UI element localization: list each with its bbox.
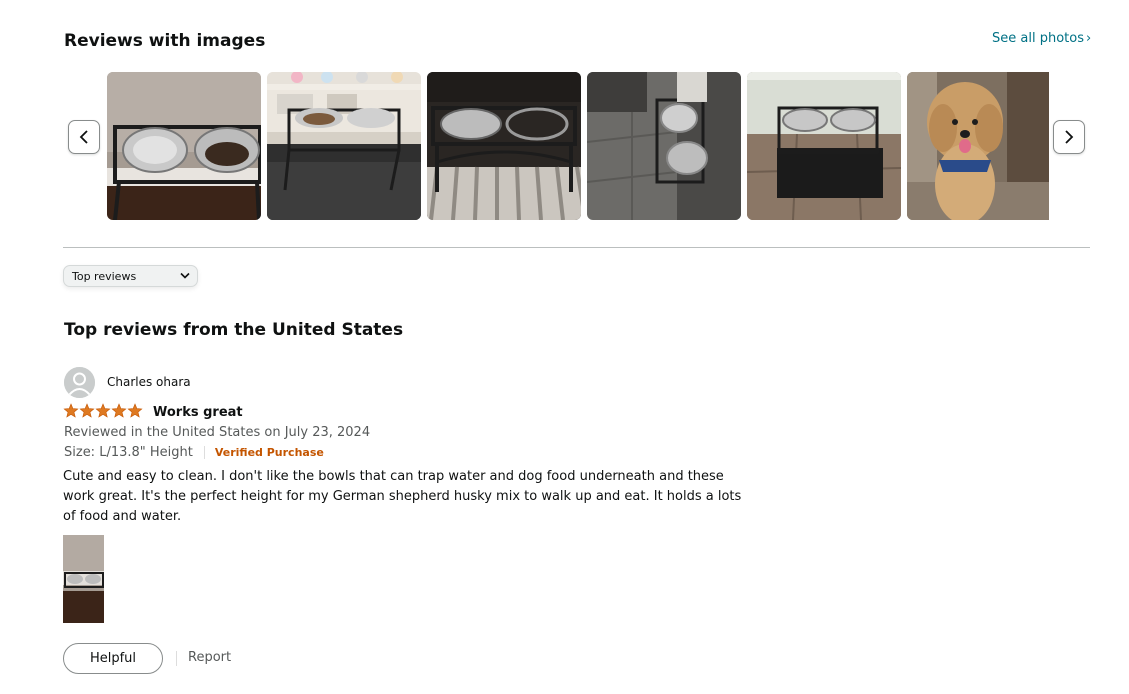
verified-purchase-badge: Verified Purchase [214, 446, 324, 459]
review-size: Size: L/13.8" Height [64, 445, 193, 460]
review-body: Cute and easy to clean. I don't like the… [63, 469, 742, 524]
carousel-prev-button[interactable] [68, 120, 100, 154]
star-filled-icon [111, 403, 127, 418]
action-separator [176, 651, 177, 666]
review-image-thumbnail[interactable] [107, 72, 261, 220]
user-profile-icon [64, 367, 95, 398]
meta-separator [203, 446, 205, 459]
sort-selected-value: Top reviews [72, 269, 137, 283]
review-date: Reviewed in the United States on July 23… [64, 425, 371, 440]
reviews-with-images-heading: Reviews with images [64, 31, 266, 51]
report-link[interactable]: Report [188, 650, 231, 665]
section-divider [63, 247, 1090, 248]
chevron-right-icon [1065, 130, 1074, 144]
see-all-photos-label: See all photos [992, 31, 1084, 46]
star-filled-icon [127, 403, 143, 418]
review-images-carousel [0, 72, 1129, 220]
review-image-thumbnail[interactable] [907, 72, 1049, 220]
avatar [64, 367, 95, 398]
review-title[interactable]: Works great [153, 405, 243, 420]
review-image-thumbnail[interactable] [267, 72, 421, 220]
chevron-left-icon [79, 130, 88, 144]
review-meta: Size: L/13.8" Height Verified Purchase [64, 445, 324, 460]
review-image-thumbnail[interactable] [427, 72, 581, 220]
review-image-thumbnail[interactable] [747, 72, 901, 220]
chevron-down-icon [180, 272, 190, 279]
carousel-next-button[interactable] [1053, 120, 1085, 154]
review-attached-image[interactable] [63, 535, 104, 623]
reviewer-name[interactable]: Charles ohara [107, 375, 191, 389]
star-filled-icon [79, 403, 95, 418]
star-rating[interactable] [63, 403, 143, 419]
sort-reviews-select[interactable]: Top reviews [63, 265, 198, 287]
chevron-right-icon: › [1085, 31, 1092, 46]
star-filled-icon [63, 403, 79, 418]
see-all-photos-link[interactable]: See all photos › [992, 31, 1091, 46]
star-filled-icon [95, 403, 111, 418]
helpful-button[interactable]: Helpful [63, 643, 163, 674]
top-reviews-heading: Top reviews from the United States [64, 320, 404, 340]
review-image-thumbnail[interactable] [587, 72, 741, 220]
